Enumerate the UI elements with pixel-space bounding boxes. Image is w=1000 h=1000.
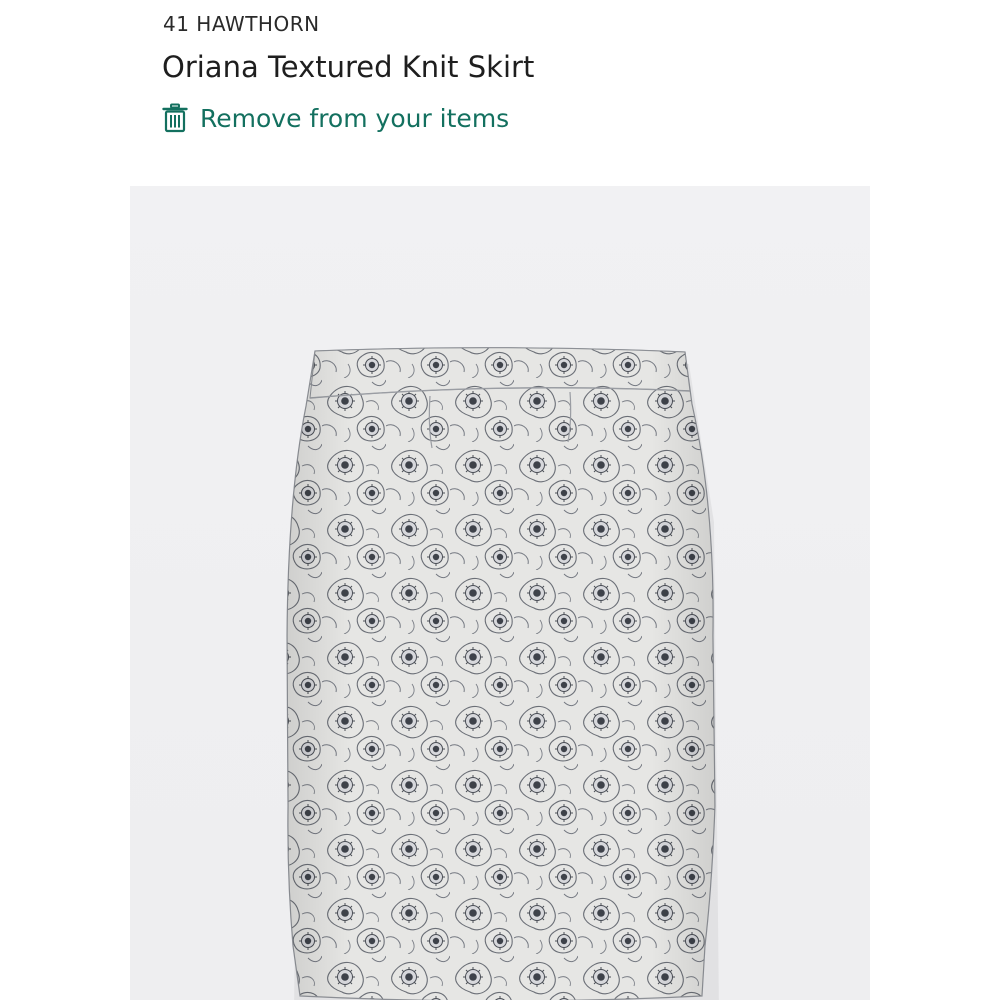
page: 41 HAWTHORN Oriana Textured Knit Skirt R… <box>0 0 1000 1000</box>
product-photo <box>130 186 870 1000</box>
remove-from-items-label: Remove from your items <box>200 103 510 133</box>
remove-from-items-button[interactable]: Remove from your items <box>162 100 509 136</box>
product-card: 41 HAWTHORN Oriana Textured Knit Skirt R… <box>130 0 870 1000</box>
product-title: Oriana Textured Knit Skirt <box>162 50 535 84</box>
skirt-image <box>286 347 719 1000</box>
product-header: 41 HAWTHORN Oriana Textured Knit Skirt R… <box>130 0 870 186</box>
brand-name: 41 HAWTHORN <box>163 12 320 36</box>
trash-icon <box>162 103 188 133</box>
